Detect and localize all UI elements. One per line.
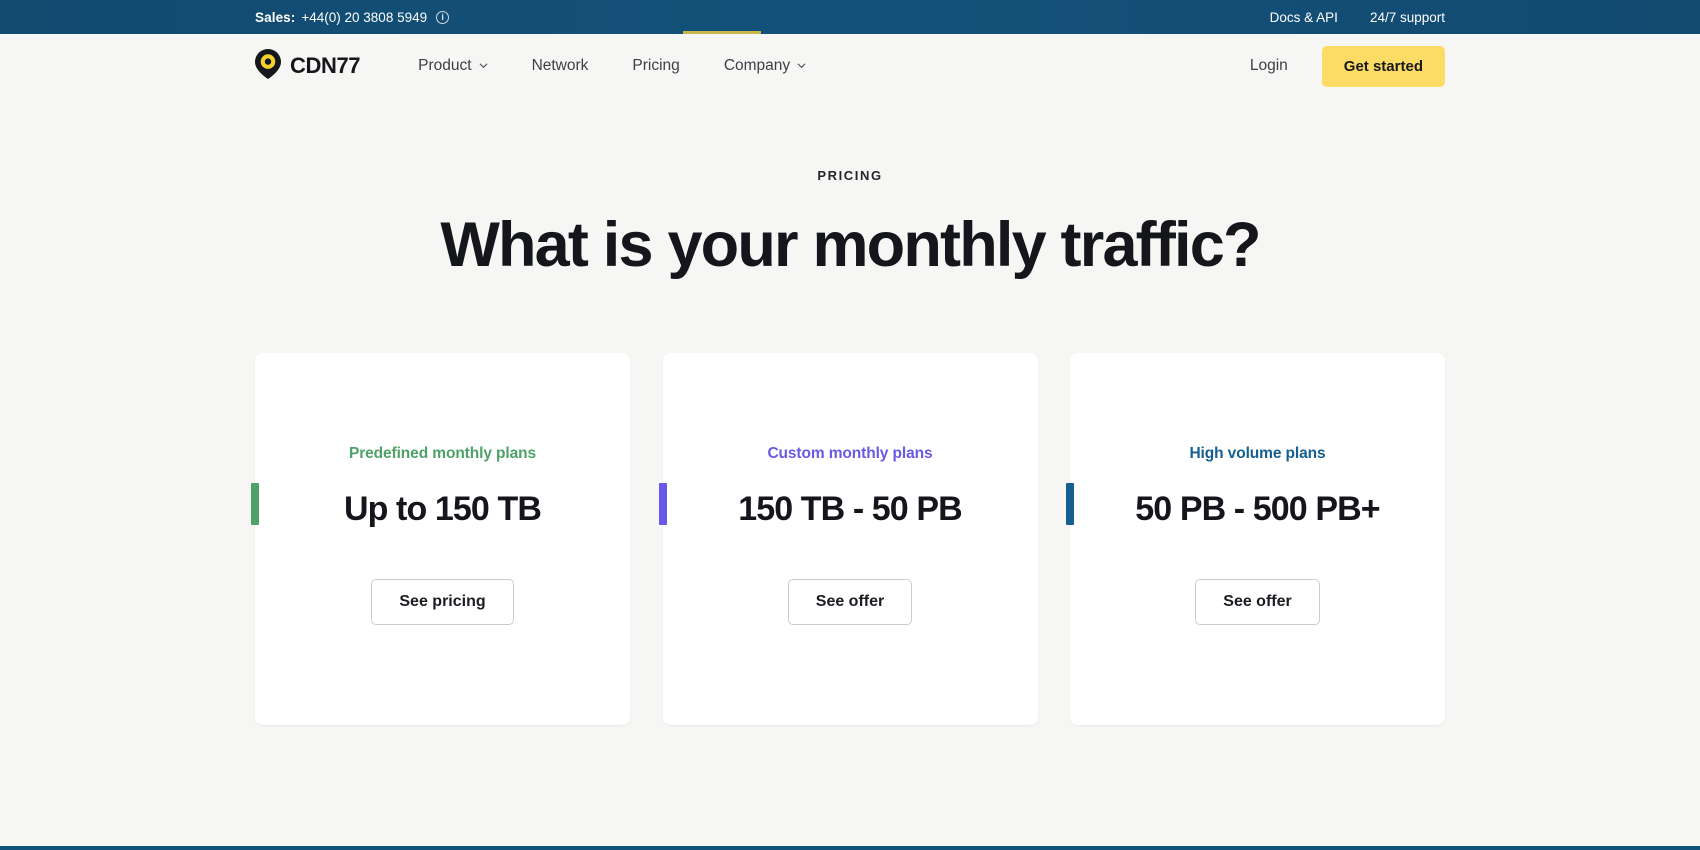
hero-section: PRICING What is your monthly traffic? [0,98,1700,279]
utility-topbar: Sales: +44(0) 20 3808 5949 i Docs & API … [0,0,1700,34]
card-label: High volume plans [1189,445,1326,463]
card-label: Custom monthly plans [767,445,933,463]
nav-item-label: Product [418,57,472,74]
bottom-strip [0,846,1700,850]
card-title: 150 TB - 50 PB [738,490,963,529]
chevron-down-icon [479,61,488,70]
nav-actions: Login Get started [1250,45,1445,87]
nav-item-product[interactable]: Product [418,57,488,75]
page-title: What is your monthly traffic? [440,210,1261,280]
docs-api-link[interactable]: Docs & API [1270,10,1338,25]
nav-links: Product Network Pricing Company [418,57,1250,75]
chevron-down-icon [797,61,806,70]
nav-item-label: Pricing [632,57,680,74]
pricing-card-custom[interactable]: Custom monthly plans 150 TB - 50 PB See … [658,353,1038,726]
card-accent-bar [1066,483,1074,526]
pricing-page: Sales: +44(0) 20 3808 5949 i Docs & API … [0,0,1700,850]
card-title: Up to 150 TB [343,490,542,529]
card-label: Predefined monthly plans [348,445,537,463]
brand-logo[interactable]: CDN77 [255,48,361,84]
see-offer-button-high-volume[interactable]: See offer [1195,579,1320,626]
sales-phone-block: Sales: +44(0) 20 3808 5949 i [255,9,450,25]
info-circle-icon[interactable]: i [436,10,450,24]
sales-phone-number[interactable]: +44(0) 20 3808 5949 [301,10,427,25]
brand-name: CDN77 [290,53,361,78]
nav-item-pricing[interactable]: Pricing [632,57,679,75]
card-title: 50 PB - 500 PB+ [1135,490,1380,529]
page-eyebrow: PRICING [817,168,883,183]
get-started-button[interactable]: Get started [1321,45,1445,87]
topbar-accent-underline [683,31,761,34]
pricing-card-high-volume[interactable]: High volume plans 50 PB - 500 PB+ See of… [1066,353,1445,726]
login-link[interactable]: Login [1250,57,1288,75]
sales-label: Sales: [255,9,296,25]
pricing-card-predefined[interactable]: Predefined monthly plans Up to 150 TB Se… [251,353,630,726]
nav-item-label: Network [531,57,589,74]
see-offer-button-custom[interactable]: See offer [787,579,913,626]
nav-item-network[interactable]: Network [532,57,589,75]
nav-item-company[interactable]: Company [724,57,806,75]
map-pin-logo-icon [255,48,281,84]
see-pricing-button[interactable]: See pricing [371,579,514,626]
card-accent-bar [658,483,667,526]
card-accent-bar [251,483,259,526]
support-link[interactable]: 24/7 support [1370,10,1445,25]
pricing-cards: Predefined monthly plans Up to 150 TB Se… [251,353,1445,726]
nav-item-label: Company [723,57,791,74]
main-navigation: CDN77 Product Network Pricing Company Lo… [0,34,1700,98]
topbar-links: Docs & API 24/7 support [1270,10,1445,25]
